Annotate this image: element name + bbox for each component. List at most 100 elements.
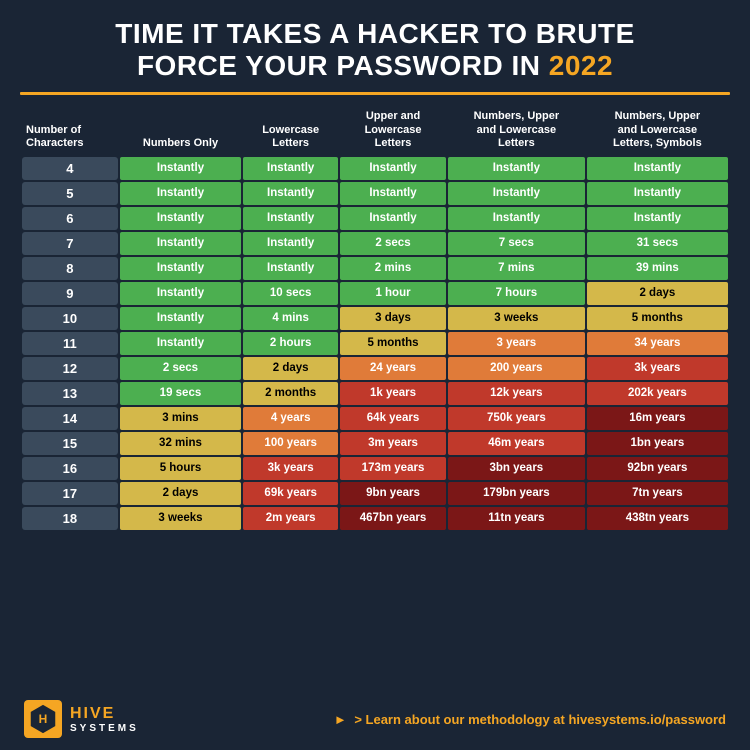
cell-value: 3 weeks [448, 307, 585, 330]
cell-chars: 13 [22, 382, 118, 405]
cell-value: Instantly [120, 182, 242, 205]
cell-chars: 8 [22, 257, 118, 280]
col-header-chars: Number ofCharacters [22, 105, 118, 155]
cell-value: 750k years [448, 407, 585, 430]
cell-value: 7 mins [448, 257, 585, 280]
table-row: 9Instantly10 secs1 hour7 hours2 days [22, 282, 728, 305]
cell-value: Instantly [120, 282, 242, 305]
table-row: 183 weeks2m years467bn years11tn years43… [22, 507, 728, 530]
cell-value: 9bn years [340, 482, 446, 505]
cell-value: 16m years [587, 407, 728, 430]
cell-value: 2 days [243, 357, 338, 380]
table-row: 172 days69k years9bn years179bn years7tn… [22, 482, 728, 505]
cell-value: 4 mins [243, 307, 338, 330]
cell-value: Instantly [587, 157, 728, 180]
cell-value: Instantly [340, 157, 446, 180]
cell-value: Instantly [243, 232, 338, 255]
cell-value: Instantly [448, 157, 585, 180]
title-line1: TIME IT TAKES A HACKER TO BRUTE [115, 18, 635, 49]
table-row: 10Instantly4 mins3 days3 weeks5 months [22, 307, 728, 330]
cell-value: 7 hours [448, 282, 585, 305]
cell-value: 438tn years [587, 507, 728, 530]
cell-chars: 15 [22, 432, 118, 455]
cell-value: 3k years [243, 457, 338, 480]
cell-value: Instantly [120, 157, 242, 180]
cell-chars: 11 [22, 332, 118, 355]
cell-value: Instantly [243, 157, 338, 180]
col-header-lowercase: LowercaseLetters [243, 105, 338, 155]
cell-value: 5 months [587, 307, 728, 330]
cell-chars: 4 [22, 157, 118, 180]
cell-chars: 14 [22, 407, 118, 430]
cell-chars: 9 [22, 282, 118, 305]
cell-value: 2 secs [340, 232, 446, 255]
cell-value: 5 hours [120, 457, 242, 480]
col-header-upper-lower: Upper andLowercaseLetters [340, 105, 446, 155]
table-row: 5InstantlyInstantlyInstantlyInstantlyIns… [22, 182, 728, 205]
cell-value: 2 mins [340, 257, 446, 280]
cell-value: 1bn years [587, 432, 728, 455]
password-table: Number ofCharacters Numbers Only Lowerca… [20, 103, 730, 532]
col-header-all: Numbers, Upperand LowercaseLetters, Symb… [587, 105, 728, 155]
cell-chars: 7 [22, 232, 118, 255]
footer-cta[interactable]: ► > Learn about our methodology at hives… [334, 712, 726, 727]
cell-value: 179bn years [448, 482, 585, 505]
cell-value: 173m years [340, 457, 446, 480]
cell-chars: 12 [22, 357, 118, 380]
cell-value: 34 years [587, 332, 728, 355]
cell-value: Instantly [448, 182, 585, 205]
footer-cta-link: hivesystems.io/password [568, 712, 726, 727]
cell-value: 3m years [340, 432, 446, 455]
arrow-icon: ► [334, 712, 347, 727]
cell-value: 46m years [448, 432, 585, 455]
table-row: 8InstantlyInstantly2 mins7 mins39 mins [22, 257, 728, 280]
cell-value: 202k years [587, 382, 728, 405]
logo-hive-text: HIVE [70, 705, 139, 723]
cell-value: Instantly [340, 182, 446, 205]
cell-value: 2 months [243, 382, 338, 405]
logo-systems-text: SYSTEMS [70, 723, 139, 734]
footer-cta-text: > Learn about our methodology at [354, 712, 568, 727]
cell-value: Instantly [243, 182, 338, 205]
cell-chars: 16 [22, 457, 118, 480]
cell-value: Instantly [448, 207, 585, 230]
table-row: 122 secs2 days24 years200 years3k years [22, 357, 728, 380]
cell-value: 1 hour [340, 282, 446, 305]
cell-value: 31 secs [587, 232, 728, 255]
cell-value: 64k years [340, 407, 446, 430]
cell-value: 2 secs [120, 357, 242, 380]
cell-value: 3 mins [120, 407, 242, 430]
cell-value: 3 weeks [120, 507, 242, 530]
cell-value: 10 secs [243, 282, 338, 305]
hive-logo-icon: H [24, 700, 62, 738]
cell-value: 3 days [340, 307, 446, 330]
cell-value: 3 years [448, 332, 585, 355]
cell-value: 2 days [120, 482, 242, 505]
cell-value: Instantly [243, 207, 338, 230]
cell-value: 3bn years [448, 457, 585, 480]
cell-value: Instantly [120, 332, 242, 355]
table-row: 165 hours3k years173m years3bn years92bn… [22, 457, 728, 480]
svg-text:H: H [39, 712, 48, 726]
main-container: TIME IT TAKES A HACKER TO BRUTE FORCE YO… [0, 0, 750, 750]
cell-value: 7tn years [587, 482, 728, 505]
cell-value: 3k years [587, 357, 728, 380]
cell-value: 7 secs [448, 232, 585, 255]
cell-value: 2m years [243, 507, 338, 530]
table-row: 1319 secs2 months1k years12k years202k y… [22, 382, 728, 405]
cell-value: 19 secs [120, 382, 242, 405]
cell-value: 2 days [587, 282, 728, 305]
cell-value: Instantly [120, 307, 242, 330]
table-row: 11Instantly2 hours5 months3 years34 year… [22, 332, 728, 355]
title-line2: FORCE YOUR PASSWORD IN [137, 50, 549, 81]
cell-value: 92bn years [587, 457, 728, 480]
table-wrapper: Number ofCharacters Numbers Only Lowerca… [20, 103, 730, 692]
col-header-numbers: Numbers Only [120, 105, 242, 155]
cell-value: 12k years [448, 382, 585, 405]
cell-chars: 5 [22, 182, 118, 205]
cell-value: Instantly [120, 257, 242, 280]
table-row: 143 mins4 years64k years750k years16m ye… [22, 407, 728, 430]
logo-section: H HIVE SYSTEMS [24, 700, 139, 738]
table-row: 7InstantlyInstantly2 secs7 secs31 secs [22, 232, 728, 255]
cell-value: 69k years [243, 482, 338, 505]
